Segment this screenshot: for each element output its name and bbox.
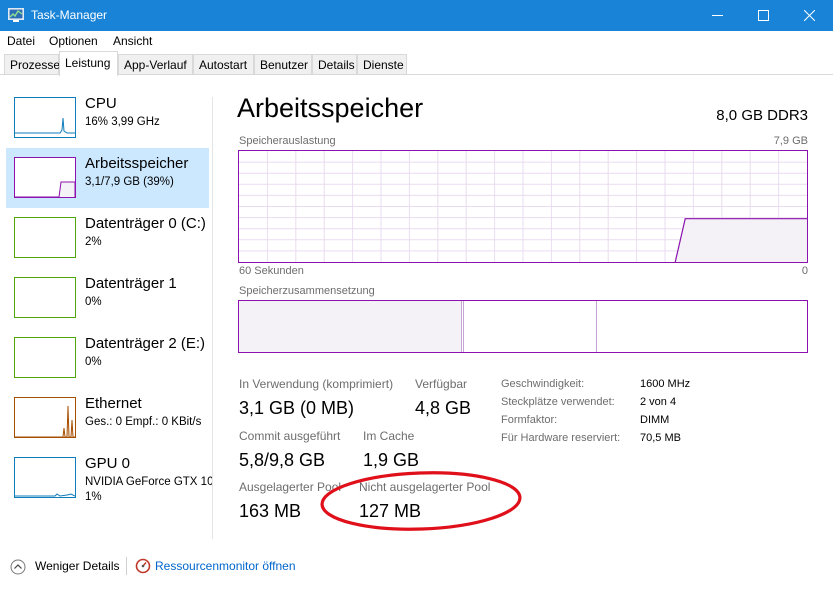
disk-0-thumbnail-graph [14, 217, 76, 258]
tab-details[interactable]: Details [312, 54, 357, 75]
menu-bar: Datei Optionen Ansicht [0, 31, 833, 51]
sidebar-item-value: NVIDIA GeForce GTX 1060 [85, 476, 213, 488]
window-title: Task-Manager [31, 8, 108, 22]
sidebar-item-value: 3,1/7,9 GB (39%) [85, 176, 174, 188]
sidebar-item-disk-1[interactable]: Datenträger 1 0% [6, 268, 209, 328]
tab-divider [0, 74, 833, 75]
sidebar-item-value: 16% 3,99 GHz [85, 116, 160, 128]
composition-label: Speicherzusammensetzung [239, 285, 375, 297]
gpu-thumbnail-graph [14, 457, 76, 498]
title-bar[interactable]: Task-Manager [0, 0, 833, 31]
composition-in-use [239, 301, 461, 352]
tab-strip: Prozesse Leistung App-Verlauf Autostart … [0, 51, 833, 76]
cached-label: Im Cache [363, 429, 415, 443]
fewer-details-link[interactable]: Weniger Details [35, 559, 119, 573]
sidebar-item-name: Datenträger 0 (C:) [85, 215, 206, 232]
task-manager-icon [8, 8, 24, 22]
menu-ansicht[interactable]: Ansicht [113, 34, 152, 48]
resource-monitor-icon[interactable] [135, 558, 151, 574]
footer: Weniger Details Ressourcenmonitor öffnen [0, 551, 833, 581]
menu-datei[interactable]: Datei [7, 34, 35, 48]
sidebar-item-name: Datenträger 1 [85, 275, 177, 292]
sidebar-item-cpu[interactable]: CPU 16% 3,99 GHz [6, 88, 209, 148]
annotation-highlight-ellipse [320, 471, 522, 531]
memory-composition-bar [238, 300, 808, 353]
detail-value-form-factor: DIMM [640, 414, 670, 426]
performance-sidebar: CPU 16% 3,99 GHz Arbeitsspeicher 3,1/7,9… [0, 76, 214, 541]
tab-dienste[interactable]: Dienste [357, 54, 407, 75]
sidebar-item-value: 0% [85, 296, 102, 308]
menu-optionen[interactable]: Optionen [49, 34, 98, 48]
memory-thumbnail-graph [14, 157, 76, 198]
sidebar-item-disk-0[interactable]: Datenträger 0 (C:) 2% [6, 208, 209, 268]
usage-graph-label: Speicherauslastung [239, 135, 336, 147]
memory-usage-plot [239, 151, 807, 262]
sidebar-item-name: CPU [85, 95, 117, 112]
composition-divider [461, 301, 462, 352]
in-use-value: 3,1 GB (0 MB) [239, 398, 355, 418]
sidebar-item-gpu[interactable]: GPU 0 NVIDIA GeForce GTX 1060 1% [6, 448, 213, 514]
sidebar-item-name: Arbeitsspeicher [85, 155, 189, 172]
in-use-label: In Verwendung (komprimiert) [239, 377, 394, 391]
resource-monitor-link[interactable]: Ressourcenmonitor öffnen [155, 559, 296, 573]
sidebar-item-value-2: 1% [85, 491, 102, 503]
paged-pool-value: 163 MB [239, 501, 302, 521]
detail-label-slots: Steckplätze verwendet: [501, 396, 615, 408]
tab-prozesse[interactable]: Prozesse [4, 54, 60, 75]
detail-value-slots: 2 von 4 [640, 396, 677, 408]
sidebar-item-value: 0% [85, 356, 102, 368]
sidebar-item-value: 2% [85, 236, 102, 248]
close-icon [804, 10, 815, 21]
maximize-button[interactable] [741, 0, 787, 31]
disk-1-thumbnail-graph [14, 277, 76, 318]
memory-spec: 8,0 GB DDR3 [716, 107, 808, 124]
detail-label-reserved: Für Hardware reserviert: [501, 432, 621, 444]
tab-autostart[interactable]: Autostart [193, 54, 254, 75]
available-label: Verfügbar [415, 377, 468, 391]
composition-divider [463, 301, 464, 352]
memory-usage-area [675, 218, 807, 262]
chevron-up-icon[interactable] [10, 559, 26, 575]
sidebar-item-value: Ges.: 0 Empf.: 0 KBit/s [85, 416, 202, 428]
cpu-thumbnail-graph [14, 97, 76, 138]
page-title: Arbeitsspeicher [237, 93, 424, 123]
sidebar-item-ethernet[interactable]: Ethernet Ges.: 0 Empf.: 0 KBit/s [6, 388, 209, 448]
committed-label: Commit ausgeführt [239, 429, 341, 443]
composition-divider [596, 301, 597, 352]
time-axis-start: 60 Sekunden [239, 265, 304, 277]
time-axis-end: 0 [801, 265, 808, 277]
ethernet-thumbnail-graph [14, 397, 76, 438]
available-value: 4,8 GB [415, 398, 472, 418]
sidebar-item-name: GPU 0 [85, 455, 131, 472]
usage-graph-max: 7,9 GB [773, 135, 808, 147]
sidebar-item-memory[interactable]: Arbeitsspeicher 3,1/7,9 GB (39%) [6, 148, 209, 208]
memory-usage-graph [238, 150, 808, 263]
detail-value-reserved: 70,5 MB [640, 432, 681, 444]
minimize-button[interactable] [695, 0, 741, 31]
disk-2-thumbnail-graph [14, 337, 76, 378]
sidebar-splitter[interactable] [212, 97, 213, 539]
detail-label-speed: Geschwindigkeit: [501, 378, 585, 390]
footer-divider [126, 557, 127, 575]
detail-value-speed: 1600 MHz [640, 378, 691, 390]
detail-label-form-factor: Formfaktor: [501, 414, 558, 426]
tab-app-verlauf[interactable]: App-Verlauf [118, 54, 193, 75]
sidebar-item-name: Datenträger 2 (E:) [85, 335, 206, 352]
tab-leistung[interactable]: Leistung [59, 51, 118, 76]
committed-value: 5,8/9,8 GB [239, 450, 326, 470]
sidebar-item-name: Ethernet [85, 395, 142, 412]
minimize-icon [712, 15, 723, 16]
close-button[interactable] [787, 0, 833, 31]
sidebar-item-disk-2[interactable]: Datenträger 2 (E:) 0% [6, 328, 209, 388]
tab-benutzer[interactable]: Benutzer [254, 54, 312, 75]
maximize-icon [758, 10, 769, 21]
